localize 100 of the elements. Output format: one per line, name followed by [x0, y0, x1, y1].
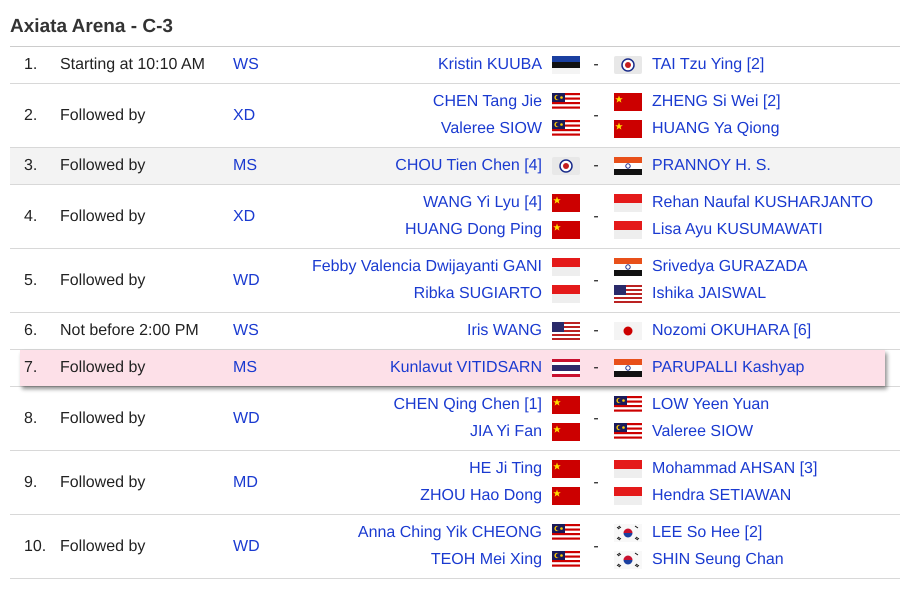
player-name[interactable]: JIA Yi Fan: [470, 423, 542, 441]
match-status: Followed by: [60, 208, 146, 226]
flag-icon: [614, 221, 642, 239]
match-number: 1.: [24, 56, 38, 74]
versus-dash: -: [592, 157, 600, 175]
match-number: 7.: [24, 359, 38, 377]
player-name[interactable]: Lisa Ayu KUSUMAWATI: [652, 221, 823, 239]
event-code: WD: [233, 538, 261, 556]
flag-icon: [614, 194, 642, 212]
player-name[interactable]: Valeree SIOW: [440, 120, 542, 138]
flag-icon: [552, 194, 580, 212]
player-name[interactable]: CHOU Tien Chen [4]: [395, 157, 542, 175]
flag-icon: [552, 423, 580, 441]
flag-icon: [552, 221, 580, 239]
player-name[interactable]: Ishika JAISWAL: [652, 285, 766, 303]
flag-icon: [614, 93, 642, 111]
player-name[interactable]: TAI Tzu Ying [2]: [652, 56, 764, 74]
event-code: XD: [233, 106, 256, 124]
match-status: Followed by: [60, 474, 146, 492]
flag-icon: [552, 551, 580, 569]
event-code: MS: [233, 359, 258, 377]
player-name[interactable]: PRANNOY H. S.: [652, 157, 771, 175]
match-status: Followed by: [60, 359, 146, 377]
event-code: MD: [233, 474, 259, 492]
player-name[interactable]: Anna Ching Yik CHEONG: [358, 524, 542, 542]
flag-icon: [614, 551, 642, 569]
flag-icon: [552, 258, 580, 276]
event-code: WD: [233, 410, 261, 428]
flag-icon: [552, 460, 580, 478]
match-number: 9.: [24, 474, 38, 492]
match-status: Followed by: [60, 272, 146, 290]
event-code: WS: [233, 322, 260, 340]
event-code: WD: [233, 272, 261, 290]
flag-icon: [552, 120, 580, 138]
match-number: 2.: [24, 106, 38, 124]
match-number: 6.: [24, 322, 38, 340]
versus-dash: -: [592, 272, 600, 290]
player-name[interactable]: LEE So Hee [2]: [652, 524, 762, 542]
player-name[interactable]: ZHENG Si Wei [2]: [652, 93, 781, 111]
player-name[interactable]: CHEN Tang Jie: [432, 93, 542, 111]
flag-icon: [552, 524, 580, 542]
flag-icon: [614, 120, 642, 138]
match-number: 4.: [24, 208, 38, 226]
flag-icon: [552, 93, 580, 111]
versus-dash: -: [592, 474, 600, 492]
flag-icon: [614, 56, 642, 74]
section-heading: Axiata Arena - C-3: [10, 14, 900, 47]
flag-icon: [552, 359, 580, 377]
event-code: MS: [233, 157, 258, 175]
player-name[interactable]: Hendra SETIAWAN: [652, 487, 792, 505]
flag-icon: [614, 157, 642, 175]
versus-dash: -: [592, 208, 600, 226]
player-name[interactable]: Kristin KUUBA: [438, 56, 542, 74]
flag-icon: [614, 359, 642, 377]
player-name[interactable]: Srivedya GURAZADA: [652, 258, 808, 276]
player-name[interactable]: Rehan Naufal KUSHARJANTO: [652, 194, 874, 212]
player-name[interactable]: Ribka SUGIARTO: [414, 285, 542, 303]
player-name[interactable]: ZHOU Hao Dong: [420, 487, 542, 505]
event-code: XD: [233, 208, 256, 226]
player-name[interactable]: Kunlavut VITIDSARN: [390, 359, 542, 377]
flag-icon: [614, 423, 642, 441]
match-number: 8.: [24, 410, 38, 428]
flag-icon: [552, 56, 580, 74]
match-number: 5.: [24, 272, 38, 290]
player-name[interactable]: Iris WANG: [467, 322, 542, 340]
player-name[interactable]: PARUPALLI Kashyap: [652, 359, 804, 377]
flag-icon: [552, 285, 580, 303]
player-name[interactable]: CHEN Qing Chen [1]: [393, 396, 542, 414]
match-status: Not before 2:00 PM: [60, 322, 200, 340]
versus-dash: -: [592, 359, 600, 377]
flag-icon: [614, 396, 642, 414]
player-name[interactable]: SHIN Seung Chan: [652, 551, 784, 569]
match-status: Followed by: [60, 410, 146, 428]
player-name[interactable]: LOW Yeen Yuan: [652, 396, 770, 414]
versus-dash: -: [592, 56, 600, 74]
match-status: Followed by: [60, 538, 146, 556]
player-name[interactable]: Nozomi OKUHARA [6]: [652, 322, 812, 340]
player-name[interactable]: Valeree SIOW: [652, 423, 754, 441]
flag-icon: [614, 460, 642, 478]
player-name[interactable]: HE Ji Ting: [469, 460, 542, 478]
flag-icon: [552, 157, 580, 175]
versus-dash: -: [592, 322, 600, 340]
flag-icon: [614, 524, 642, 542]
versus-dash: -: [592, 106, 600, 124]
player-name[interactable]: Febby Valencia Dwijayanti GANI: [312, 258, 542, 276]
match-number: 10.: [24, 538, 48, 556]
player-name[interactable]: Mohammad AHSAN [3]: [652, 460, 818, 478]
match-status: Followed by: [60, 106, 146, 124]
player-name[interactable]: WANG Yi Lyu [4]: [423, 194, 542, 212]
flag-icon: [614, 322, 642, 340]
player-name[interactable]: HUANG Dong Ping: [405, 221, 542, 239]
event-code: WS: [233, 56, 260, 74]
flag-icon: [614, 258, 642, 276]
match-status: Followed by: [60, 157, 146, 175]
player-name[interactable]: TEOH Mei Xing: [430, 551, 542, 569]
flag-icon: [552, 322, 580, 340]
versus-dash: -: [592, 410, 600, 428]
flag-icon: [614, 285, 642, 303]
player-name[interactable]: HUANG Ya Qiong: [652, 120, 780, 138]
flag-icon: [552, 487, 580, 505]
